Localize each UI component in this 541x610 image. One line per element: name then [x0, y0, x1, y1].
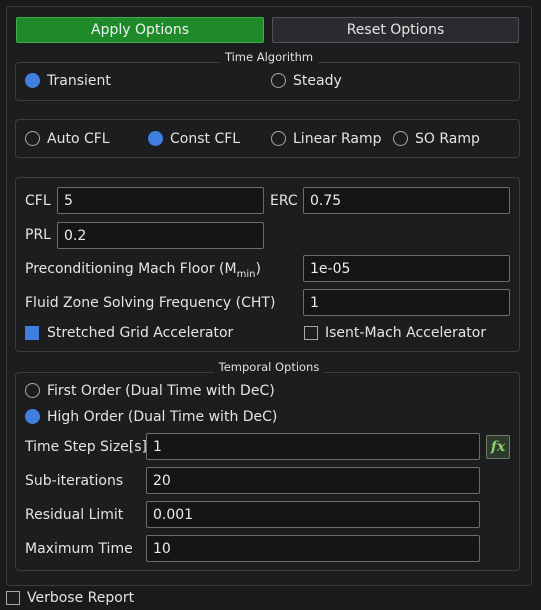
transient-radio[interactable]: [25, 73, 40, 88]
linear-ramp-label: Linear Ramp: [293, 131, 382, 147]
cfl-label: CFL: [25, 193, 51, 209]
steady-radio[interactable]: [271, 73, 286, 88]
maximum-time-label: Maximum Time: [25, 541, 133, 557]
isent-mach-label: Isent-Mach Accelerator: [325, 325, 487, 341]
erc-input[interactable]: [303, 187, 510, 214]
reset-options-button[interactable]: Reset Options: [272, 17, 519, 43]
high-order-radio[interactable]: [25, 409, 40, 424]
stretched-grid-checkbox[interactable]: [25, 326, 39, 340]
mach-floor-input[interactable]: [303, 255, 510, 282]
isent-mach-checkbox[interactable]: [304, 326, 318, 340]
so-ramp-label: SO Ramp: [415, 131, 480, 147]
sub-iterations-input[interactable]: [146, 467, 480, 494]
time-step-label: Time Step Size[s]: [25, 439, 147, 455]
erc-label: ERC: [270, 193, 298, 209]
time-algorithm-title: Time Algorithm: [219, 50, 319, 64]
auto-cfl-label: Auto CFL: [47, 131, 110, 147]
sub-iterations-label: Sub-iterations: [25, 473, 124, 489]
temporal-options-title: Temporal Options: [213, 360, 325, 374]
verbose-report-checkbox[interactable]: [6, 591, 20, 605]
maximum-time-input[interactable]: [146, 535, 480, 562]
residual-limit-label: Residual Limit: [25, 507, 124, 523]
cht-frequency-input[interactable]: [303, 289, 510, 316]
function-editor-button[interactable]: fx: [486, 435, 510, 459]
first-order-label: First Order (Dual Time with DeC): [47, 383, 275, 399]
first-order-radio[interactable]: [25, 383, 40, 398]
stretched-grid-label: Stretched Grid Accelerator: [47, 325, 234, 341]
so-ramp-radio[interactable]: [393, 131, 408, 146]
linear-ramp-radio[interactable]: [271, 131, 286, 146]
verbose-report-label: Verbose Report: [27, 590, 135, 606]
time-step-input[interactable]: [146, 433, 480, 460]
prl-label: PRL: [25, 227, 51, 243]
cfl-input[interactable]: [57, 187, 264, 214]
prl-input[interactable]: [57, 222, 264, 249]
fx-icon: fx: [490, 439, 506, 455]
apply-options-button[interactable]: Apply Options: [16, 17, 264, 43]
const-cfl-label: Const CFL: [170, 131, 241, 147]
cht-frequency-label: Fluid Zone Solving Frequency (CHT): [25, 295, 276, 311]
residual-limit-input[interactable]: [146, 501, 480, 528]
auto-cfl-radio[interactable]: [25, 131, 40, 146]
const-cfl-radio[interactable]: [148, 131, 163, 146]
mach-floor-label: Preconditioning Mach Floor (Mmin): [25, 261, 261, 280]
steady-label: Steady: [293, 73, 342, 89]
high-order-label: High Order (Dual Time with DeC): [47, 409, 278, 425]
transient-label: Transient: [47, 73, 111, 89]
